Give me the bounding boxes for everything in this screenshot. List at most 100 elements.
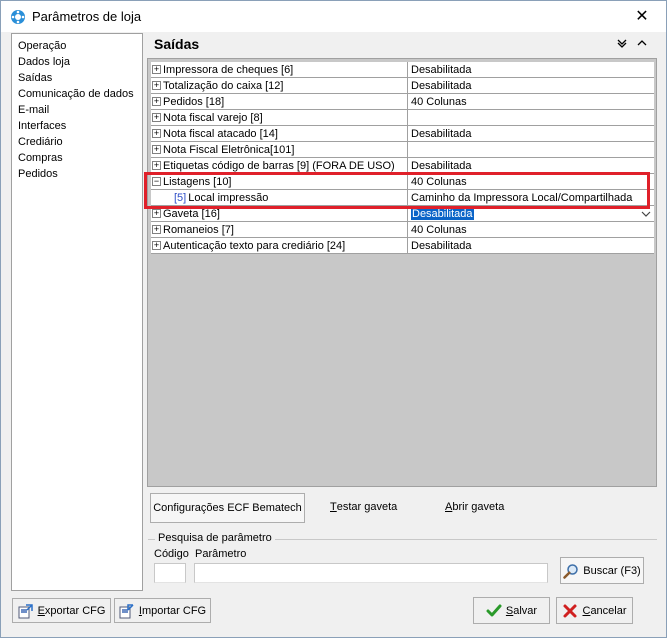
- parameter-input[interactable]: [194, 563, 548, 583]
- row-name-cell: + Pedidos [18]: [151, 94, 408, 110]
- row-name-cell: + Etiquetas código de barras [9] (FORA D…: [151, 158, 408, 174]
- expand-icon[interactable]: +: [152, 81, 161, 90]
- row-name: Nota Fiscal Eletrônica[101]: [163, 143, 295, 156]
- app-gear-icon: [11, 9, 25, 24]
- category-item-interfaces[interactable]: Interfaces: [12, 118, 142, 134]
- row-value[interactable]: Desabilitada: [408, 78, 654, 94]
- row-value[interactable]: Caminho da Impressora Local/Compartilhad…: [408, 190, 654, 206]
- row-name-cell: + Gaveta [16]: [151, 206, 408, 222]
- collapse-chevron-icon[interactable]: [615, 36, 629, 50]
- expand-icon[interactable]: +: [152, 113, 161, 122]
- cancel-button[interactable]: Cancelar: [556, 597, 633, 624]
- expand-icon[interactable]: +: [152, 129, 161, 138]
- row-name: Etiquetas código de barras [9] (FORA DE …: [163, 159, 395, 172]
- title-bar: Parâmetros de loja ✕: [1, 1, 666, 32]
- export-label: xportar CFG: [44, 604, 106, 617]
- row-name-cell: − Listagens [10]: [151, 174, 408, 190]
- grid-row[interactable]: + Nota fiscal atacado [14] Desabilitada: [151, 126, 654, 142]
- category-item-dados-loja[interactable]: Dados loja: [12, 54, 142, 70]
- category-item-operacao[interactable]: Operação: [12, 38, 142, 54]
- row-name: Nota fiscal atacado [14]: [163, 127, 278, 140]
- expand-icon[interactable]: +: [152, 97, 161, 106]
- test-drawer-label: estar gaveta: [336, 501, 398, 513]
- grid-row[interactable]: + Etiquetas código de barras [9] (FORA D…: [151, 158, 654, 174]
- row-value[interactable]: 40 Colunas: [408, 174, 654, 190]
- row-value[interactable]: Desabilitada: [408, 158, 654, 174]
- expand-icon[interactable]: +: [152, 145, 161, 154]
- category-item-email[interactable]: E-mail: [12, 102, 142, 118]
- expand-icon[interactable]: +: [152, 209, 161, 218]
- checkmark-icon: [486, 604, 502, 616]
- grid-row[interactable]: + Impressora de cheques [6] Desabilitada: [151, 62, 654, 78]
- parameters-window: Parâmetros de loja ✕ Operação Dados loja…: [0, 0, 667, 638]
- grid-row[interactable]: + Nota Fiscal Eletrônica[101]: [151, 142, 654, 158]
- open-drawer-hotkey: A: [445, 501, 453, 513]
- grid-row[interactable]: + Gaveta [16] Desabilitada: [151, 206, 654, 222]
- row-value[interactable]: 40 Colunas: [408, 222, 654, 238]
- cross-icon: [563, 604, 577, 617]
- window-title: Parâmetros de loja: [32, 9, 142, 24]
- row-value-dropdown[interactable]: Desabilitada: [408, 206, 654, 222]
- row-value[interactable]: Desabilitada: [408, 62, 654, 78]
- export-hotkey: E: [37, 604, 45, 617]
- ecf-bematech-button[interactable]: Configurações ECF Bematech: [150, 493, 305, 523]
- expand-icon[interactable]: +: [152, 225, 161, 234]
- grid-row-child[interactable]: [5] Local impressão Caminho da Impressor…: [151, 190, 654, 206]
- category-item-pedidos[interactable]: Pedidos: [12, 166, 142, 182]
- grid-row[interactable]: + Autenticação texto para crediário [24]…: [151, 238, 654, 254]
- parameter-grid[interactable]: + Impressora de cheques [6] Desabilitada…: [147, 58, 657, 487]
- row-name-cell: [5] Local impressão: [151, 190, 408, 206]
- row-name: Autenticação texto para crediário [24]: [163, 239, 346, 252]
- category-item-compras[interactable]: Compras: [12, 150, 142, 166]
- import-cfg-button[interactable]: Importar CFG: [114, 598, 211, 623]
- grid-row[interactable]: + Nota fiscal varejo [8]: [151, 110, 654, 126]
- search-legend: Pesquisa de parâmetro: [155, 532, 275, 544]
- row-value[interactable]: 40 Colunas: [408, 94, 654, 110]
- row-value[interactable]: Desabilitada: [408, 238, 654, 254]
- row-value[interactable]: Desabilitada: [408, 126, 654, 142]
- category-item-saidas[interactable]: Saídas: [12, 70, 142, 86]
- expand-icon[interactable]: +: [152, 65, 161, 74]
- grid-row[interactable]: + Totalização do caixa [12] Desabilitada: [151, 78, 654, 94]
- row-value[interactable]: [408, 142, 654, 158]
- code-label: Código: [154, 548, 189, 560]
- grid-row[interactable]: + Pedidos [18] 40 Colunas: [151, 94, 654, 110]
- save-button[interactable]: Salvar: [473, 597, 550, 624]
- test-drawer-button[interactable]: Testar gaveta: [330, 501, 397, 513]
- row-name-cell: + Nota fiscal atacado [14]: [151, 126, 408, 142]
- row-name-cell: + Nota Fiscal Eletrônica[101]: [151, 142, 408, 158]
- selected-value[interactable]: Desabilitada: [411, 207, 474, 220]
- category-list[interactable]: Operação Dados loja Saídas Comunicação d…: [11, 33, 143, 591]
- row-value[interactable]: [408, 110, 654, 126]
- code-input[interactable]: [154, 563, 186, 583]
- import-label: mportar CFG: [141, 604, 207, 617]
- grid-row[interactable]: − Listagens [10] 40 Colunas: [151, 174, 654, 190]
- grid-row[interactable]: + Romaneios [7] 40 Colunas: [151, 222, 654, 238]
- chevron-down-icon[interactable]: [641, 209, 651, 219]
- row-name: Gaveta [16]: [163, 207, 220, 220]
- category-item-comunicacao[interactable]: Comunicação de dados: [12, 86, 142, 102]
- ecf-bematech-label: Configurações ECF Bematech: [153, 502, 302, 514]
- open-drawer-button[interactable]: Abrir gaveta: [445, 501, 504, 513]
- close-icon: ✕: [635, 8, 649, 25]
- search-button-label: Buscar (F3): [583, 564, 641, 577]
- expand-icon[interactable]: +: [152, 241, 161, 250]
- row-name-cell: + Romaneios [7]: [151, 222, 408, 238]
- close-button[interactable]: ✕: [622, 1, 662, 31]
- scroll-up-chevron-icon[interactable]: [635, 36, 649, 50]
- panel-header: Saídas: [147, 33, 657, 55]
- collapse-icon[interactable]: −: [152, 177, 161, 186]
- row-name-cell: + Nota fiscal varejo [8]: [151, 110, 408, 126]
- category-item-crediario[interactable]: Crediário: [12, 134, 142, 150]
- open-drawer-label: brir gaveta: [452, 501, 505, 513]
- export-cfg-button[interactable]: Exportar CFG: [12, 598, 111, 623]
- expand-icon[interactable]: +: [152, 161, 161, 170]
- row-name: Pedidos [18]: [163, 95, 225, 108]
- row-name: Listagens [10]: [163, 175, 232, 188]
- import-icon: [119, 603, 134, 618]
- magnifier-icon: [563, 563, 579, 579]
- row-name-cell: + Impressora de cheques [6]: [151, 62, 408, 78]
- search-button[interactable]: Buscar (F3): [560, 557, 644, 584]
- save-label: alvar: [513, 604, 538, 617]
- row-param-code: [5]: [174, 191, 187, 204]
